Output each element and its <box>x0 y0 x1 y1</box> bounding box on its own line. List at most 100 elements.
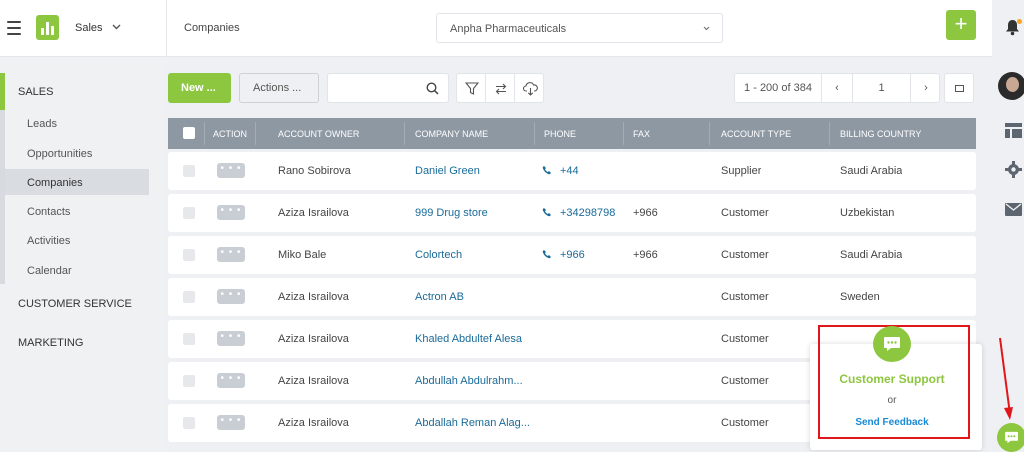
billing-country: Saudi Arabia <box>840 249 903 261</box>
chat-icon <box>873 326 911 362</box>
row-checkbox[interactable] <box>183 417 195 429</box>
column-header-company-name[interactable]: COMPANY NAME <box>415 129 488 139</box>
table-row[interactable]: • • • Aziza Israilova Actron AB Customer… <box>168 278 976 316</box>
notification-dot <box>1017 19 1022 24</box>
active-indicator <box>0 73 5 111</box>
export-button[interactable] <box>514 73 544 103</box>
column-divider <box>829 122 830 145</box>
sidebar-section-customer-service[interactable]: CUSTOMER SERVICE <box>18 298 132 310</box>
account-type: Customer <box>721 207 769 219</box>
account-type: Customer <box>721 375 769 387</box>
sidebar-item-contacts[interactable]: Contacts <box>27 206 70 218</box>
column-divider <box>204 122 205 145</box>
column-divider <box>404 122 405 145</box>
column-divider <box>623 122 624 145</box>
swap-arrows-icon <box>495 83 507 95</box>
table-row[interactable]: • • • Rano Sobirova Daniel Green +44 Sup… <box>168 152 976 190</box>
row-action-button[interactable]: • • • <box>217 247 245 262</box>
select-all-checkbox[interactable] <box>183 127 195 139</box>
send-feedback-link[interactable]: Send Feedback <box>818 417 966 428</box>
company-link[interactable]: 999 Drug store <box>415 207 488 219</box>
filter-button[interactable] <box>456 73 486 103</box>
row-action-button[interactable]: • • • <box>217 331 245 346</box>
column-header-fax[interactable]: FAX <box>633 129 650 139</box>
table-row[interactable]: • • • Miko Bale Colortech +966 +966 Cust… <box>168 236 976 274</box>
column-header-billing-country[interactable]: BILLING COUNTRY <box>840 129 921 139</box>
fax: +966 <box>633 249 658 261</box>
table-row[interactable]: • • • Aziza Israilova 999 Drug store +34… <box>168 194 976 232</box>
phone-link[interactable]: +966 <box>560 249 585 261</box>
sidebar <box>0 57 166 452</box>
row-action-button[interactable]: • • • <box>217 205 245 220</box>
row-checkbox[interactable] <box>183 375 195 387</box>
phone-link[interactable]: +44 <box>560 165 579 177</box>
sidebar-item-companies[interactable]: Companies <box>27 177 83 189</box>
account-owner: Rano Sobirova <box>278 165 351 177</box>
row-checkbox[interactable] <box>183 249 195 261</box>
add-button[interactable]: + <box>946 10 976 40</box>
row-checkbox[interactable] <box>183 207 195 219</box>
column-header-action[interactable]: ACTION <box>213 129 247 139</box>
account-owner: Aziza Israilova <box>278 333 349 345</box>
account-owner: Miko Bale <box>278 249 327 261</box>
company-link[interactable]: Khaled Abdultef Alesa <box>415 333 522 345</box>
next-page-button[interactable]: › <box>911 74 941 102</box>
row-action-button[interactable]: • • • <box>217 373 245 388</box>
column-divider <box>709 122 710 145</box>
sidebar-item-leads[interactable]: Leads <box>27 118 57 130</box>
new-button[interactable]: New ... <box>168 73 231 103</box>
page-number-input[interactable]: 1 <box>852 74 911 102</box>
company-link[interactable]: Daniel Green <box>415 165 480 177</box>
row-action-button[interactable]: • • • <box>217 415 245 430</box>
company-link[interactable]: Abdallah Reman Alag... <box>415 417 530 429</box>
account-type: Customer <box>721 333 769 345</box>
mail-icon[interactable] <box>1005 203 1022 216</box>
account-type: Supplier <box>721 165 762 177</box>
sidebar-section-marketing[interactable]: MARKETING <box>18 337 83 349</box>
window-icon <box>955 85 964 92</box>
sidebar-section-label[interactable]: SALES <box>18 86 53 98</box>
account-type: Customer <box>721 249 769 261</box>
company-link[interactable]: Colortech <box>415 249 462 261</box>
column-header-phone[interactable]: PHONE <box>544 129 576 139</box>
table-header: ACTION ACCOUNT OWNER COMPANY NAME PHONE … <box>168 118 976 149</box>
breadcrumb: Companies <box>184 22 240 34</box>
tenant-select[interactable]: Anpha Pharmaceuticals <box>436 13 723 43</box>
app-switcher-label[interactable]: Sales <box>75 22 103 34</box>
company-link[interactable]: Abdullah Abdulrahm... <box>415 375 523 387</box>
row-action-button[interactable]: • • • <box>217 163 245 178</box>
sidebar-item-opportunities[interactable]: Opportunities <box>27 148 92 160</box>
column-divider <box>534 122 535 145</box>
row-checkbox[interactable] <box>183 291 195 303</box>
billing-country: Uzbekistan <box>840 207 895 219</box>
search-input[interactable] <box>327 73 449 103</box>
separator-text: or <box>887 395 897 406</box>
chevron-down-icon[interactable] <box>112 24 121 30</box>
user-avatar[interactable] <box>998 72 1024 100</box>
divider <box>166 0 167 57</box>
chat-button[interactable] <box>997 423 1024 452</box>
actions-button[interactable]: Actions ... <box>239 73 319 103</box>
phone-icon <box>542 166 551 175</box>
menu-icon[interactable] <box>7 21 21 35</box>
app-logo-icon[interactable] <box>36 15 59 40</box>
sidebar-item-activities[interactable]: Activities <box>27 235 70 247</box>
row-checkbox[interactable] <box>183 333 195 345</box>
row-checkbox[interactable] <box>183 165 195 177</box>
column-header-account-owner[interactable]: ACCOUNT OWNER <box>278 129 359 139</box>
phone-link[interactable]: +34298798 <box>560 207 615 219</box>
phone-icon <box>542 208 551 217</box>
pagination-range: 1 - 200 of 384 <box>735 74 822 102</box>
settings-gear-icon[interactable] <box>1005 161 1022 178</box>
notifications-bell-icon[interactable] <box>1005 19 1022 36</box>
sidebar-item-calendar[interactable]: Calendar <box>27 265 72 277</box>
company-link[interactable]: Actron AB <box>415 291 464 303</box>
phone-icon <box>542 250 551 259</box>
sync-button[interactable] <box>485 73 515 103</box>
view-toggle-button[interactable] <box>944 73 974 103</box>
layout-icon[interactable] <box>1005 123 1022 138</box>
column-header-account-type[interactable]: ACCOUNT TYPE <box>721 129 791 139</box>
prev-page-button[interactable]: ‹ <box>822 74 852 102</box>
row-action-button[interactable]: • • • <box>217 289 245 304</box>
customer-support-link[interactable]: Customer Support <box>818 372 966 386</box>
